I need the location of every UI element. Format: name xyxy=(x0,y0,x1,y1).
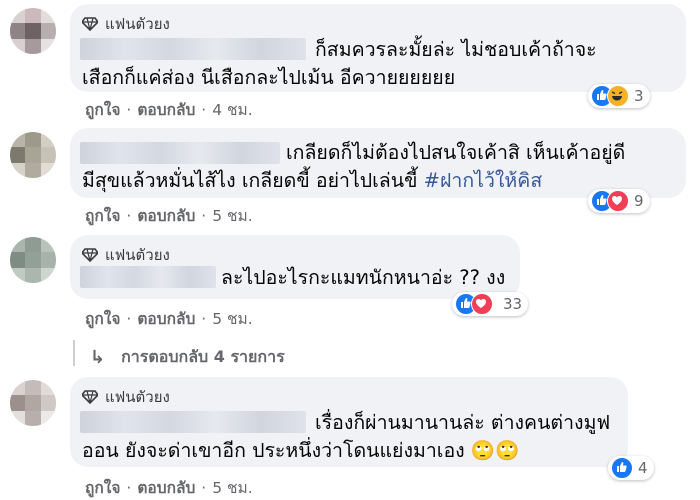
reaction-summary[interactable]: 4 xyxy=(608,456,654,480)
comment-text-line: เสือกก็แค่ส่อง นีเสือกละไปเม้น อีควายยยย… xyxy=(82,66,456,89)
comment-actions: ถูกใจ · ตอบกลับ · 5 ชม. xyxy=(85,479,253,497)
comment-text-line: มีสุขแล้วหมั่นไส้ไง เกลียดขี้ อย่าไปเล่น… xyxy=(82,165,542,196)
reply-link[interactable]: ตอบกลับ xyxy=(137,310,195,328)
comment-text-line: ก็สมควรละมั้ยล่ะ ไม่ชอบเค้าถ้าจะ xyxy=(315,38,597,61)
like-link[interactable]: ถูกใจ xyxy=(85,101,120,119)
like-link[interactable]: ถูกใจ xyxy=(85,310,120,328)
blurred-commenter-name[interactable] xyxy=(80,411,306,433)
reaction-summary[interactable]: 33 xyxy=(452,292,529,316)
diamond-icon xyxy=(82,248,98,262)
diamond-icon xyxy=(82,17,98,31)
comment-time[interactable]: 5 ชม. xyxy=(212,310,252,328)
comment-actions: ถูกใจ · ตอบกลับ · 5 ชม. xyxy=(85,207,253,225)
haha-icon xyxy=(607,85,629,107)
reply-link[interactable]: ตอบกลับ xyxy=(137,101,195,119)
thread-line xyxy=(73,340,75,366)
reply-link[interactable]: ตอบกลับ xyxy=(137,479,195,497)
top-fan-badge: แฟนตัวยง xyxy=(82,243,170,267)
reaction-count: 9 xyxy=(634,192,644,210)
comment-bubble: เกลียดก็ไม่ต้องไปสนใจเค้าสิ เห็นเค้าอยู่… xyxy=(70,128,686,198)
top-fan-badge: แฟนตัวยง xyxy=(82,12,170,36)
comment-time[interactable]: 4 ชม. xyxy=(212,101,252,119)
blurred-commenter-name[interactable] xyxy=(80,38,306,60)
love-icon xyxy=(607,190,629,212)
comment-time[interactable]: 5 ชม. xyxy=(212,479,252,497)
blurred-commenter-name[interactable] xyxy=(80,142,280,164)
comment-bubble: แฟนตัวยง ละไปอะไรกะแมทนักหนาอ่ะ ?? งง xyxy=(70,235,520,299)
comment-bubble: แฟนตัวยง ก็สมควรละมั้ยล่ะ ไม่ชอบเค้าถ้าจ… xyxy=(70,4,686,92)
commenter-avatar[interactable] xyxy=(10,8,56,54)
comment-bubble: แฟนตัวยง เรื่องก็ผ่านมานานล่ะ ต่างคนต่าง… xyxy=(70,377,628,467)
badge-label: แฟนตัวยง xyxy=(105,246,170,264)
reply-link[interactable]: ตอบกลับ xyxy=(137,207,195,225)
love-icon xyxy=(471,293,493,315)
comment-text-line: ละไปอะไรกะแมทนักหนาอ่ะ ?? งง xyxy=(221,266,506,289)
like-link[interactable]: ถูกใจ xyxy=(85,207,120,225)
view-replies-link[interactable]: ↳ การตอบกลับ 4 รายการ xyxy=(90,345,285,370)
reaction-count: 4 xyxy=(638,459,648,477)
reaction-summary[interactable]: 3 xyxy=(588,84,650,108)
like-link[interactable]: ถูกใจ xyxy=(85,479,120,497)
commenter-avatar[interactable] xyxy=(10,380,56,426)
comment-actions: ถูกใจ · ตอบกลับ · 4 ชม. xyxy=(85,101,253,119)
reaction-count: 33 xyxy=(503,295,523,313)
blurred-commenter-name[interactable] xyxy=(80,266,216,288)
like-icon xyxy=(611,457,633,479)
comment-text-line: เรื่องก็ผ่านมานานล่ะ ต่างคนต่างมูฟ xyxy=(315,411,611,434)
reaction-count: 3 xyxy=(634,87,644,105)
commenter-avatar[interactable] xyxy=(10,237,56,283)
comment-time[interactable]: 5 ชม. xyxy=(212,207,252,225)
hashtag-link[interactable]: #ฝากไว้ให้คิส xyxy=(424,169,543,192)
comment-text-line: ออน ยังจะด่าเขาอีก ประหนึ่งว่าโดนแย่งมาเ… xyxy=(82,439,520,462)
badge-label: แฟนตัวยง xyxy=(105,15,170,33)
comment-text: มีสุขแล้วหมั่นไส้ไง เกลียดขี้ อย่าไปเล่น… xyxy=(82,169,424,192)
comment-text-line: เกลียดก็ไม่ต้องไปสนใจเค้าสิ เห็นเค้าอยู่… xyxy=(286,141,626,164)
top-fan-badge: แฟนตัวยง xyxy=(82,385,170,409)
view-replies-label: การตอบกลับ 4 รายการ xyxy=(121,347,285,366)
comment-actions: ถูกใจ · ตอบกลับ · 5 ชม. xyxy=(85,310,253,328)
reaction-summary[interactable]: 9 xyxy=(588,189,650,213)
badge-label: แฟนตัวยง xyxy=(105,388,170,406)
commenter-avatar[interactable] xyxy=(10,132,56,178)
reply-arrow-icon: ↳ xyxy=(90,347,106,368)
diamond-icon xyxy=(82,390,98,404)
